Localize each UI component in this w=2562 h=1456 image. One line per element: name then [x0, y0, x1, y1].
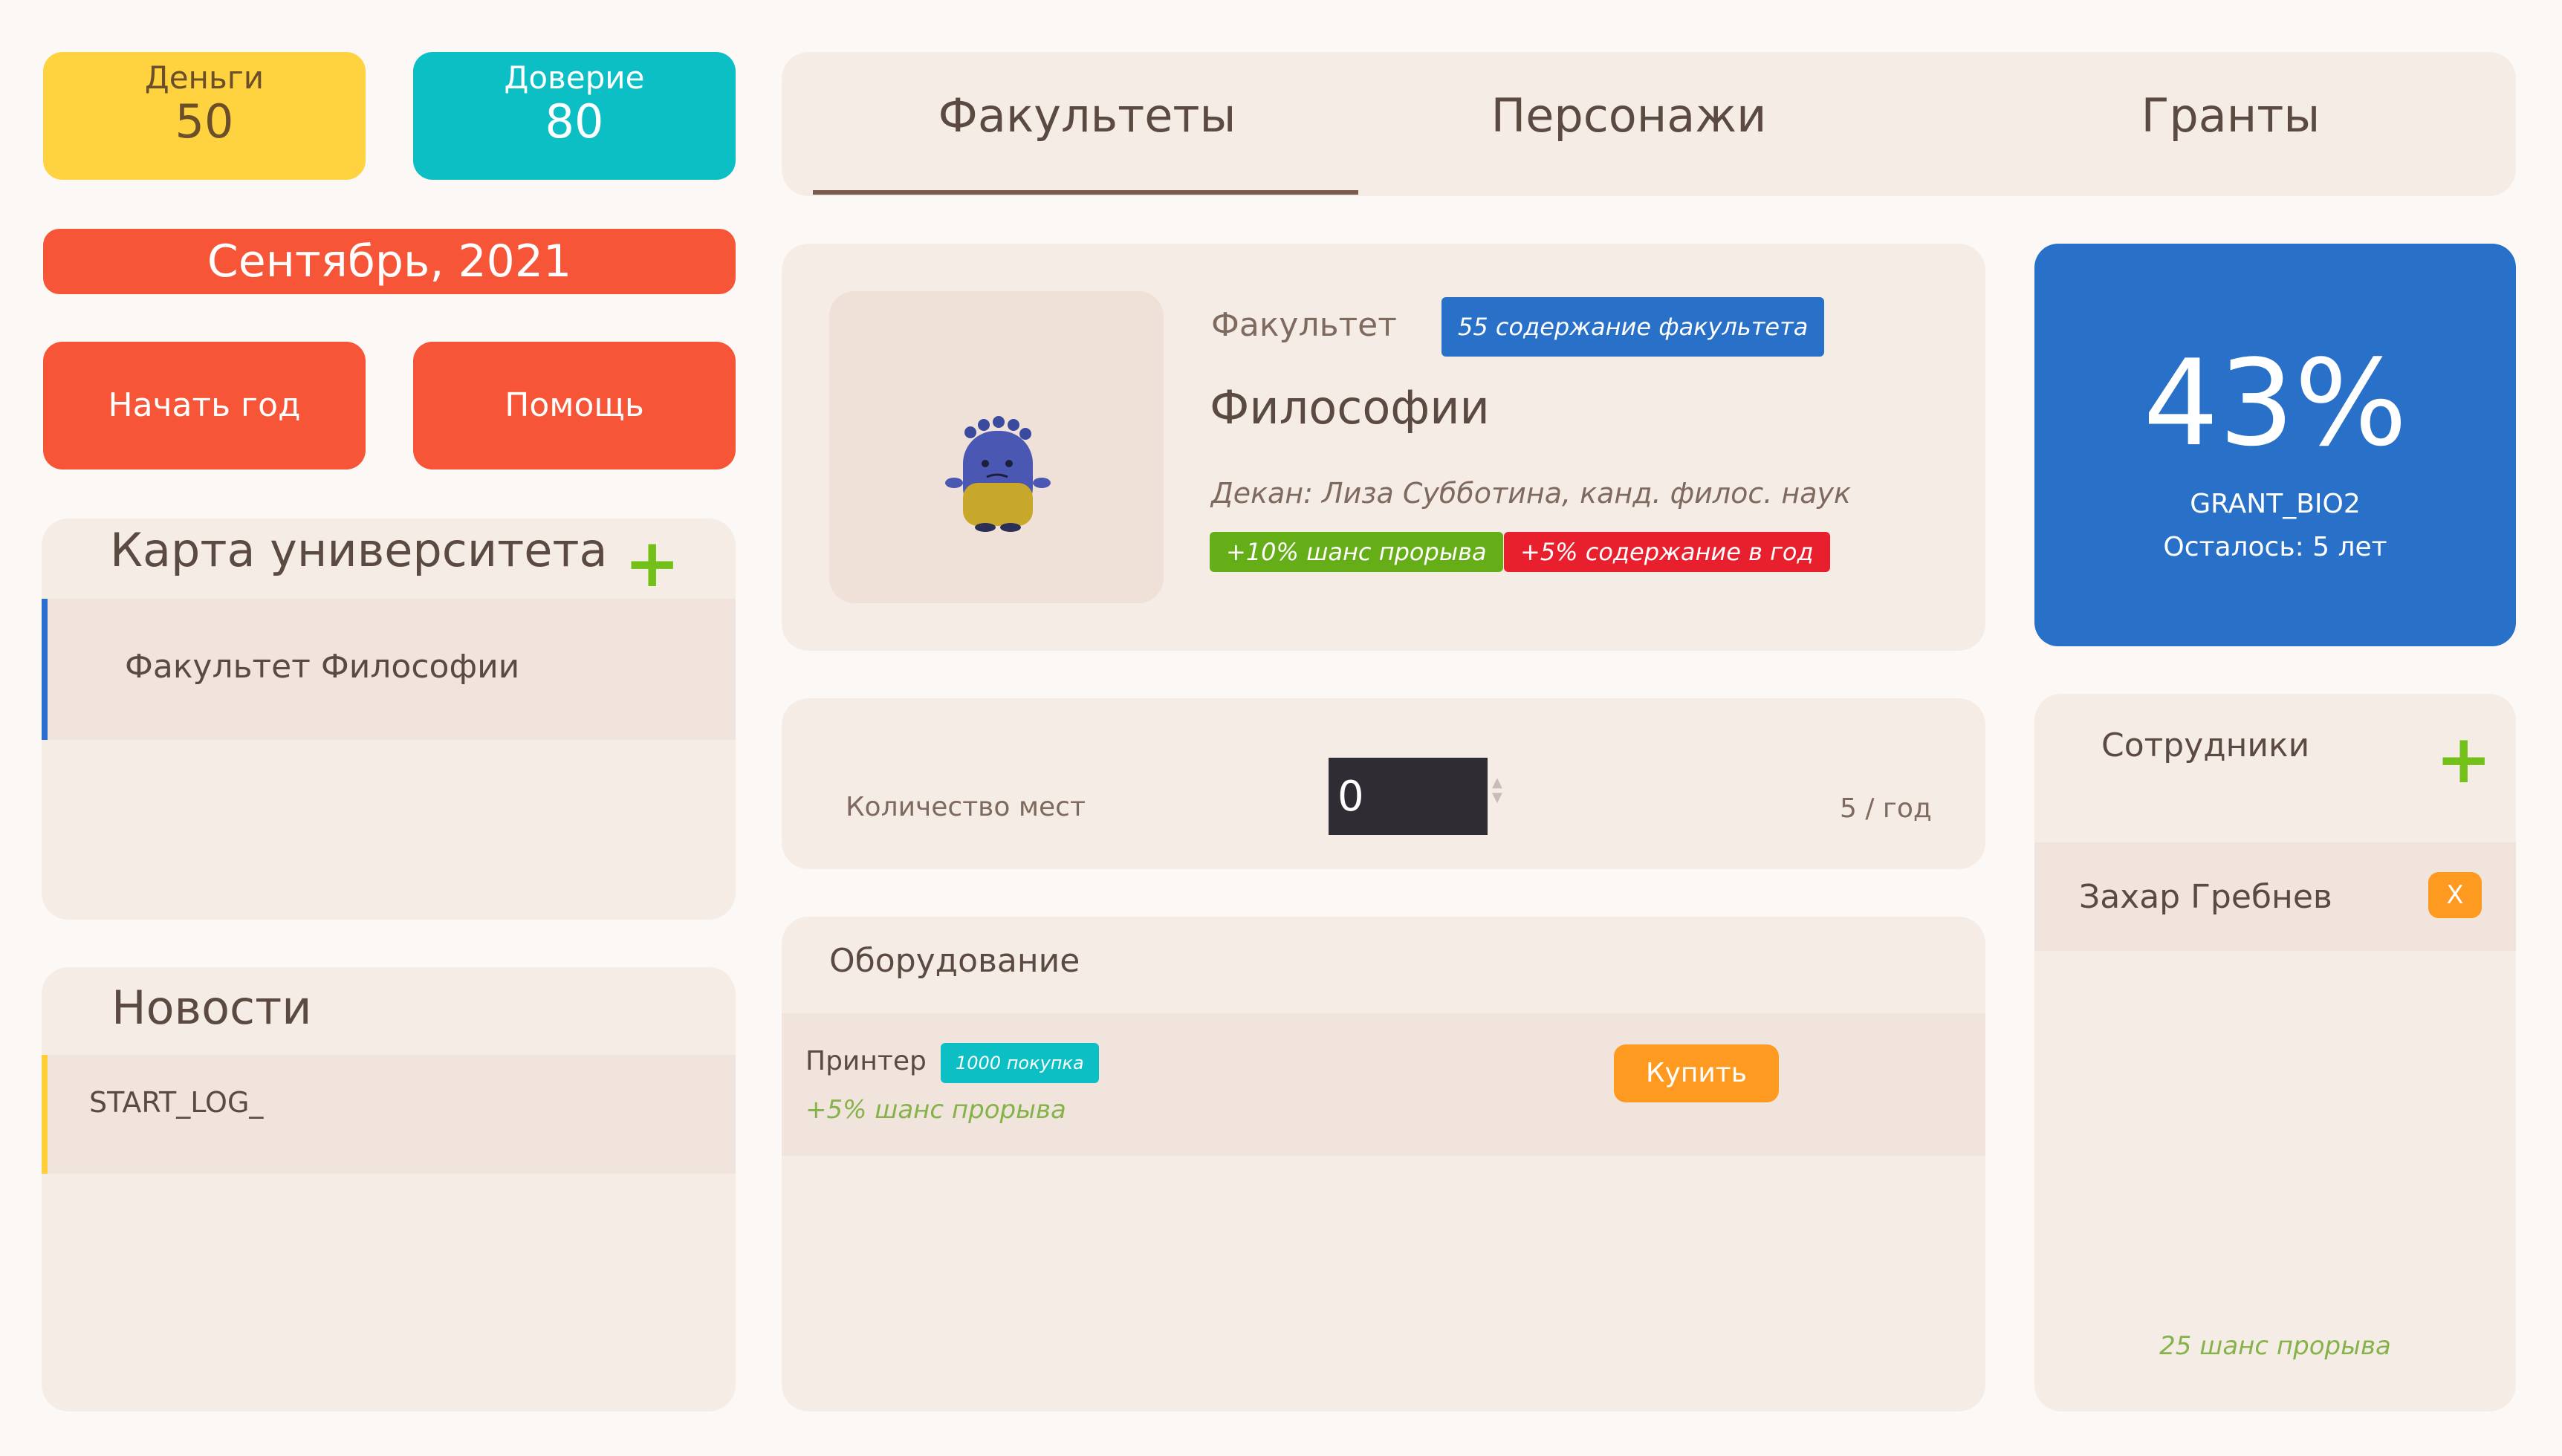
places-label: Количество мест [846, 792, 1086, 822]
staff-breakthrough: 25 шанс прорыва [2159, 1331, 2391, 1361]
stepper-arrows[interactable]: ▲ ▼ [1492, 776, 1502, 805]
places-per-year: 5 / год [1840, 793, 1932, 824]
current-date: Сентябрь, 2021 [43, 229, 736, 294]
faculty-avatar [829, 291, 1164, 603]
grant-remaining: Осталось: 5 лет [2163, 532, 2387, 562]
plus-icon[interactable]: + [624, 530, 680, 597]
trust-label: Доверие [504, 59, 645, 96]
active-tab-underline [813, 190, 1358, 195]
equipment-effect: +5% шанс прорыва [805, 1095, 1066, 1125]
start-year-button[interactable]: Начать год [43, 342, 366, 469]
news-panel: Новости START_LOG_ [42, 967, 736, 1411]
tab-characters[interactable]: Персонажи [1376, 42, 1881, 190]
equipment-title: Оборудование [829, 942, 1080, 980]
plus-icon[interactable]: + [2436, 727, 2491, 793]
trust-value: 80 [545, 94, 604, 149]
tab-faculties[interactable]: Факультеты [814, 42, 1360, 190]
news-title: Новости [111, 981, 312, 1035]
grant-percent: 43% [2143, 334, 2407, 472]
map-item[interactable]: Факультет Философии [42, 599, 736, 740]
places-panel: Количество мест ▲▼ 5 / год [782, 698, 1985, 869]
money-label: Деньги [144, 59, 265, 96]
staff-title: Сотрудники [2101, 727, 2310, 764]
tag-upkeep: +5% содержание в год [1504, 532, 1830, 572]
tab-bar: Факультеты Персонажи Гранты [782, 52, 2516, 196]
map-item-label: Факультет Философии [125, 648, 520, 686]
monster-avatar [945, 416, 1051, 532]
university-map-panel: Карта университета + Факультет Философии [42, 519, 736, 920]
buy-button[interactable]: Купить [1614, 1044, 1779, 1102]
places-input[interactable] [1329, 758, 1488, 835]
staff-name: Захар Гребнев [2079, 878, 2332, 916]
faculty-name: Философии [1210, 380, 1490, 435]
equipment-price-badge: 1000 покупка [941, 1043, 1099, 1083]
equipment-panel: Оборудование Принтер 1000 покупка +5% ша… [782, 917, 1985, 1411]
equipment-name: Принтер [805, 1046, 927, 1076]
staff-row: Захар Гребнев X [2034, 842, 2516, 951]
trust-stat: Доверие 80 [413, 52, 736, 180]
university-map-title: Карта университета [110, 523, 608, 577]
grant-code: GRANT_BIO2 [2190, 489, 2361, 519]
tag-breakthrough: +10% шанс прорыва [1210, 532, 1503, 572]
news-item-text: START_LOG_ [89, 1086, 264, 1119]
news-item: START_LOG_ [42, 1055, 736, 1174]
faculty-dean: Декан: Лиза Субботина, канд. филос. наук [1211, 477, 1851, 510]
faculty-label: Факультет [1211, 306, 1397, 344]
remove-staff-button[interactable]: X [2428, 872, 2482, 918]
faculty-card: Факультет 55 содержание факультета Филос… [782, 244, 1985, 651]
faculty-upkeep-badge: 55 содержание факультета [1441, 297, 1825, 357]
tab-grants[interactable]: Гранты [1978, 42, 2483, 190]
money-value: 50 [175, 94, 234, 149]
equipment-row: Принтер 1000 покупка +5% шанс прорыва Ку… [782, 1013, 1985, 1156]
money-stat: Деньги 50 [43, 52, 366, 180]
help-button[interactable]: Помощь [413, 342, 736, 469]
staff-panel: Сотрудники + Захар Гребнев X 25 шанс про… [2034, 694, 2516, 1411]
grant-card: 43% GRANT_BIO2 Осталось: 5 лет [2034, 244, 2516, 646]
